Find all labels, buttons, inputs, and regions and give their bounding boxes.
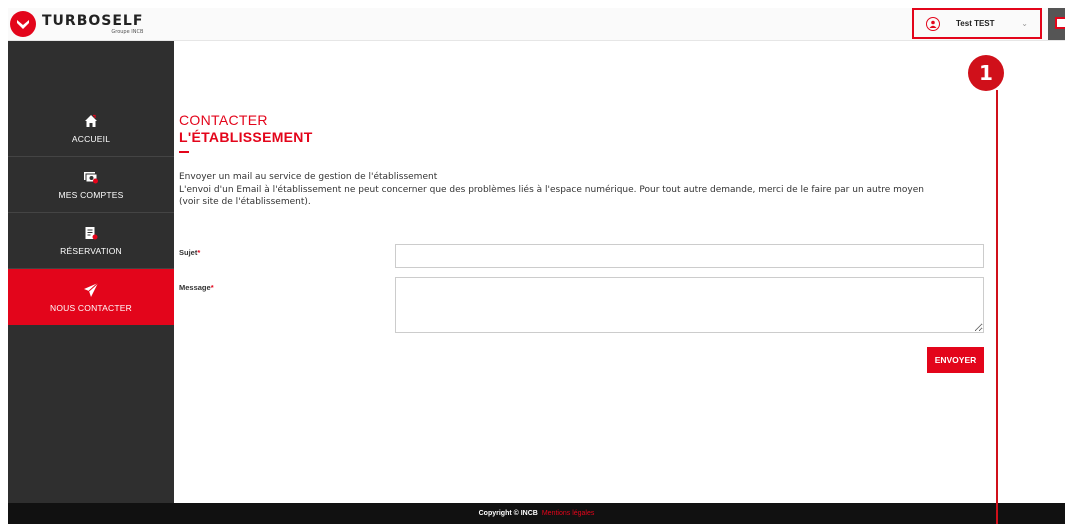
intro-line1: Envoyer un mail au service de gestion de… — [179, 172, 438, 182]
user-name: Test TEST — [956, 19, 995, 28]
intro-line2: L'envoi d'un Email à l'établissement ne … — [179, 184, 924, 195]
sidebar-item-accueil[interactable]: ACCUEIL — [8, 101, 174, 157]
sidebar-item-nous-contacter[interactable]: NOUS CONTACTER — [8, 269, 174, 325]
home-icon — [83, 113, 99, 129]
legal-link[interactable]: Mentions légales — [542, 510, 595, 517]
user-icon — [926, 16, 940, 31]
subject-input[interactable] — [395, 244, 984, 268]
sidebar-item-reservation[interactable]: RÉSERVATION — [8, 213, 174, 269]
footer-copyright: Copyright © INCB — [478, 510, 538, 517]
footer: Copyright © INCB Mentions légales — [8, 503, 1065, 524]
sidebar-item-mes-comptes[interactable]: MES COMPTES — [8, 157, 174, 213]
message-textarea[interactable] — [395, 277, 984, 333]
callout-line — [996, 90, 998, 524]
send-button[interactable]: ENVOYER — [927, 347, 984, 373]
chevron-down-icon: ⌄ — [1021, 19, 1028, 28]
main-content: CONTACTER L'ÉTABLISSEMENT Envoyer un mai… — [174, 41, 1065, 503]
sidebar-item-label: MES COMPTES — [58, 190, 124, 200]
user-menu[interactable]: Test TEST ⌄ — [912, 8, 1042, 39]
reservation-icon — [83, 225, 99, 241]
paper-plane-icon — [83, 282, 99, 298]
logout-icon — [1055, 17, 1065, 29]
brand-subtitle: Groupe INCB — [111, 28, 144, 35]
subject-label: Sujet* — [179, 248, 201, 257]
sidebar: ACCUEIL MES COMPTES RÉSERVATION NOUS CON… — [8, 41, 174, 503]
turboself-logo-icon — [10, 11, 36, 37]
wallet-icon — [83, 169, 99, 185]
page-title-line2: L'ÉTABLISSEMENT — [179, 129, 313, 145]
sidebar-item-label: NOUS CONTACTER — [50, 302, 132, 313]
intro-line3: (voir site de l'établissement). — [179, 197, 311, 207]
logout-button[interactable] — [1048, 8, 1065, 40]
sidebar-item-label: ACCUEIL — [71, 134, 111, 144]
sidebar-item-label: RÉSERVATION — [60, 246, 122, 256]
title-underline — [179, 151, 189, 153]
message-label: Message* — [179, 283, 214, 292]
brand-logo[interactable]: TURBOSELF Groupe INCB — [10, 11, 143, 37]
page-title-line1: CONTACTER — [179, 112, 268, 128]
intro-text: Envoyer un mail au service de gestion de… — [179, 171, 979, 209]
brand-name: TURBOSELF — [42, 12, 144, 29]
top-bar: TURBOSELF Groupe INCB Test TEST ⌄ — [8, 8, 1065, 41]
callout-number-badge: 1 — [968, 55, 1004, 91]
app-window: TURBOSELF Groupe INCB Test TEST ⌄ ACCUEI… — [8, 8, 1065, 524]
